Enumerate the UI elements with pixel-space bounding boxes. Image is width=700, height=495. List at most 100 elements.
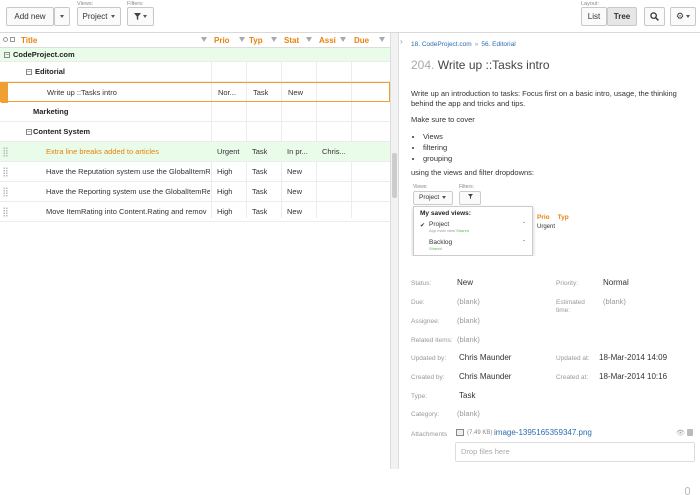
cell-priority: High xyxy=(217,167,233,176)
due-value[interactable]: (blank) xyxy=(457,297,480,306)
gear-icon: ⚙ xyxy=(675,11,685,21)
updated-at-label: Updated at: xyxy=(556,355,590,362)
group-row-content-system[interactable]: – Content System xyxy=(0,122,390,142)
cell-priority: High xyxy=(217,187,233,196)
updated-by-label: Updated by: xyxy=(411,355,447,362)
embed-bg-value: Urgent xyxy=(537,224,556,230)
filter-icon[interactable] xyxy=(201,37,207,42)
category-label: Category: xyxy=(411,411,440,418)
assignee-value[interactable]: (blank) xyxy=(457,316,480,325)
task-detail-panel: › 18. CodeProject.com» 56. Editorial 204.… xyxy=(398,33,700,495)
table-row[interactable]: Move ItemRating into Content.Rating and … xyxy=(0,202,390,222)
chevron-right-icon[interactable]: › xyxy=(400,37,403,46)
collapse-toggle[interactable]: – xyxy=(26,129,32,135)
group-row-editorial[interactable]: – Editorial xyxy=(0,62,390,82)
breadcrumb-separator: » xyxy=(474,41,479,48)
layout-list-button[interactable]: List xyxy=(581,7,607,26)
collapse-toggle[interactable]: – xyxy=(26,69,32,75)
related-items-label: Related items: xyxy=(411,337,453,344)
embed-menu-item-sub: Shared xyxy=(429,246,442,251)
group-label: Content System xyxy=(33,127,91,136)
add-new-dropdown-button[interactable] xyxy=(54,7,70,26)
drag-handle-icon[interactable] xyxy=(3,167,8,177)
group-row-marketing[interactable]: Marketing xyxy=(0,102,390,122)
cell-type: Task xyxy=(252,167,268,176)
check-icon: ✔ xyxy=(420,223,426,229)
priority-value[interactable]: Normal xyxy=(603,278,629,287)
drag-handle-icon[interactable] xyxy=(3,207,8,217)
cell-title: Have the Reputation system use the Globa… xyxy=(46,167,210,176)
filter-icon[interactable] xyxy=(239,37,245,42)
updated-at-value: 18-Mar-2014 14:09 xyxy=(599,353,668,362)
layout-tree-button[interactable]: Tree xyxy=(607,7,637,26)
scrollbar-thumb[interactable] xyxy=(392,153,397,198)
breadcrumb-item[interactable]: 56. Editorial xyxy=(481,41,515,48)
table-row[interactable]: Have the Reputation system use the Globa… xyxy=(0,162,390,182)
settings-small-icon[interactable] xyxy=(10,37,15,42)
column-header-due[interactable]: Due xyxy=(354,33,388,48)
chevron-down-icon xyxy=(686,15,691,18)
attachments-label: Attachments xyxy=(411,431,448,438)
column-header-title[interactable]: Title xyxy=(21,33,210,48)
created-at-label: Created at: xyxy=(556,374,589,381)
filter-icon[interactable] xyxy=(340,37,346,42)
status-label: Status: xyxy=(411,280,432,287)
drag-handle-icon[interactable] xyxy=(3,147,8,157)
category-value[interactable]: (blank) xyxy=(457,409,480,418)
embed-filters-caption: Filters: xyxy=(459,184,474,190)
table-row[interactable]: Write up ::Tasks intro Nor... Task New xyxy=(0,82,390,103)
estimated-time-value[interactable]: (blank) xyxy=(603,297,626,306)
column-header-priority[interactable]: Prio xyxy=(214,33,248,48)
grid-scrollbar[interactable] xyxy=(390,33,398,469)
column-header-status[interactable]: Stat xyxy=(284,33,315,48)
embed-menu-item-name: Project xyxy=(429,221,450,228)
settings-button[interactable]: ⚙ xyxy=(670,7,696,26)
cell-status: In pr... xyxy=(287,147,308,156)
group-row-project[interactable]: – CodeProject.com xyxy=(0,48,390,62)
filters-dropdown[interactable] xyxy=(127,7,154,26)
column-header-type[interactable]: Typ xyxy=(249,33,280,48)
status-value[interactable]: New xyxy=(457,278,473,287)
filter-icon[interactable] xyxy=(306,37,312,42)
embedded-screenshot: Views: Filters: Project Prio Typ Urgent M… xyxy=(411,184,587,256)
related-items-value[interactable]: (blank) xyxy=(457,335,480,344)
eye-icon[interactable]: 👁 xyxy=(676,429,685,437)
embed-menu-item-sub: App main view Shared xyxy=(429,228,470,233)
search-button[interactable] xyxy=(644,7,665,26)
assignee-label: Assignee: xyxy=(411,318,440,325)
cell-title: Move ItemRating into Content.Rating and … xyxy=(46,207,207,216)
embed-filter-button xyxy=(459,191,481,205)
column-header-assignee[interactable]: Assi xyxy=(319,33,349,48)
embed-bg-header: Prio Typ xyxy=(537,214,569,221)
cell-title: Write up ::Tasks intro xyxy=(47,88,117,97)
trash-icon[interactable] xyxy=(687,429,693,436)
drag-handle-icon[interactable] xyxy=(3,187,8,197)
dash-icon: - xyxy=(523,238,525,244)
attachment-size: (7.49 KB) xyxy=(467,430,493,436)
expand-collapse-icon[interactable] xyxy=(3,37,8,42)
table-row[interactable]: Extra line breaks added to articles Urge… xyxy=(0,142,390,162)
dash-icon: - xyxy=(523,220,525,226)
breadcrumb-item[interactable]: 18. CodeProject.com xyxy=(411,41,472,48)
add-new-button[interactable]: Add new xyxy=(6,7,54,26)
filter-icon xyxy=(134,13,141,20)
filter-icon[interactable] xyxy=(271,37,277,42)
list-item: grouping xyxy=(423,153,693,164)
description-list: Views filtering grouping xyxy=(423,131,693,164)
table-row[interactable]: Have the Reporting system use the Global… xyxy=(0,182,390,202)
views-dropdown[interactable]: Project xyxy=(77,7,121,26)
created-at-value: 18-Mar-2014 10:16 xyxy=(599,372,668,381)
type-value[interactable]: Task xyxy=(459,391,475,400)
attachment-link[interactable]: image-1395165359347.png xyxy=(494,428,592,437)
embed-views-caption: Views: xyxy=(413,184,428,190)
cell-status: New xyxy=(287,187,303,196)
priority-label: Priority: xyxy=(556,280,579,287)
updated-by-value: Chris Maunder xyxy=(459,353,512,362)
filter-icon[interactable] xyxy=(379,37,385,42)
group-label: Marketing xyxy=(33,107,69,116)
chevron-down-icon xyxy=(143,15,147,18)
cell-title: Have the Reporting system use the Global… xyxy=(46,187,210,196)
chevron-down-icon xyxy=(60,15,64,18)
collapse-toggle[interactable]: – xyxy=(4,52,10,58)
file-drop-zone[interactable]: Drop files here xyxy=(455,442,695,462)
